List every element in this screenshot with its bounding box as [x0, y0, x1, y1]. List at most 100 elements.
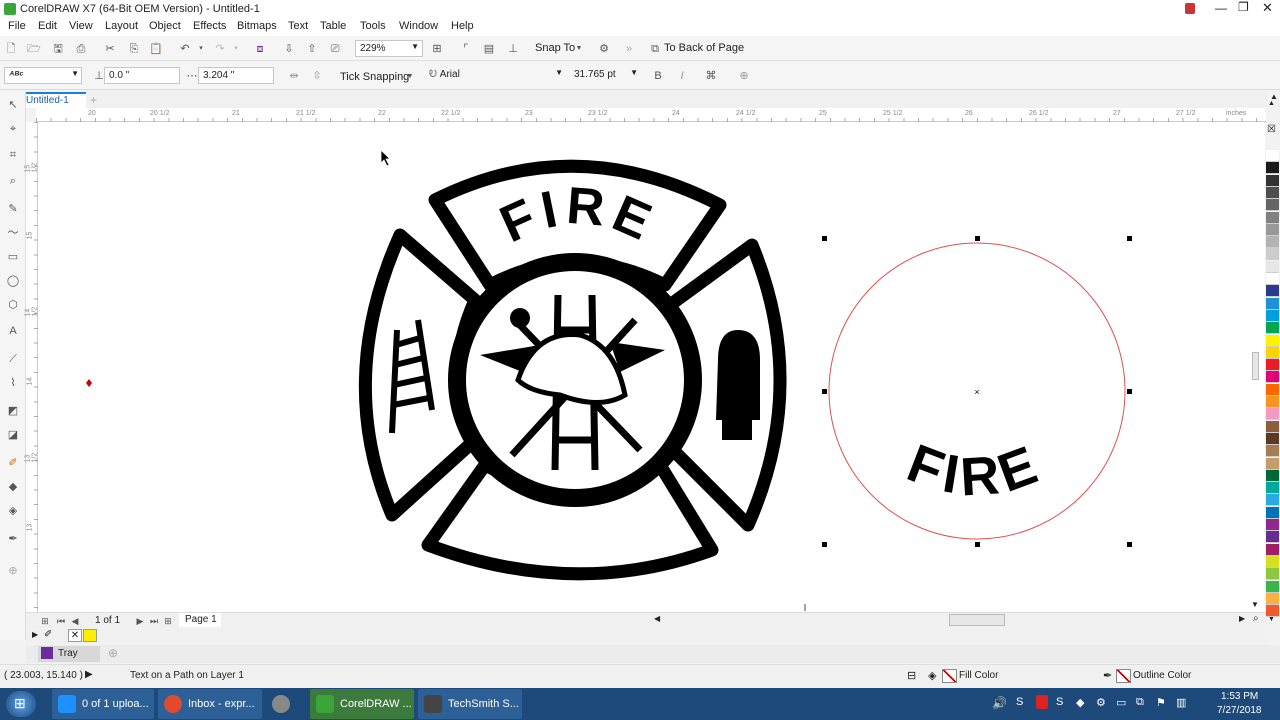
palette-swatch[interactable]	[1266, 150, 1279, 162]
add-tray-icon[interactable]: ⊕	[108, 646, 118, 660]
palette-swatch[interactable]	[1266, 555, 1279, 568]
new-document-icon[interactable]: 🗋	[4, 42, 18, 56]
cut-icon[interactable]: ✂	[103, 42, 117, 56]
copy-icon[interactable]: ⎘	[127, 42, 141, 56]
menu-text[interactable]: Text	[288, 20, 308, 32]
palette-swatch[interactable]	[1266, 371, 1279, 384]
palette-swatch[interactable]	[1266, 186, 1279, 199]
taskbar-item-app[interactable]	[266, 689, 306, 719]
maximize-button[interactable]: ❐	[1238, 0, 1249, 14]
offset-field[interactable]: 0.0 "	[104, 67, 180, 84]
close-button[interactable]: ✕	[1262, 0, 1273, 16]
palette-swatch[interactable]	[1266, 383, 1279, 396]
tray-icon-display[interactable]: ▭	[1116, 696, 1126, 709]
eyedropper-icon[interactable]: ✐	[44, 629, 52, 640]
horizontal-scrollbar-thumb[interactable]	[949, 614, 1005, 626]
menu-bitmaps[interactable]: Bitmaps	[237, 20, 277, 32]
adobe-tray-icon[interactable]	[1036, 695, 1048, 709]
menu-view[interactable]: View	[69, 20, 93, 32]
snap-to-dropdown[interactable]: Snap To	[535, 42, 575, 54]
status-settings-icon[interactable]: ⊟	[907, 669, 916, 682]
menu-window[interactable]: Window	[399, 20, 438, 32]
menu-file[interactable]: File	[8, 20, 26, 32]
print-icon[interactable]: ⎙	[74, 42, 88, 56]
fire-logo[interactable]: FIRE	[358, 159, 787, 581]
export-icon[interactable]: ⇧	[305, 42, 319, 56]
network-icon[interactable]: ▥	[1176, 696, 1186, 709]
menu-tools[interactable]: Tools	[360, 20, 386, 32]
artistic-media-tool-icon[interactable]: 〜	[6, 226, 20, 240]
palette-swatch[interactable]	[1266, 457, 1279, 470]
menu-edit[interactable]: Edit	[38, 20, 57, 32]
last-page-icon[interactable]: ⏭	[147, 614, 161, 628]
font-list[interactable]: Ꭷ Arial ▼	[425, 67, 565, 84]
first-page-icon[interactable]: ⏮	[54, 614, 68, 628]
clock-date[interactable]: 7/27/2018	[1217, 705, 1262, 716]
palette-swatch[interactable]	[1266, 248, 1279, 261]
freehand-tool-icon[interactable]: ✎	[6, 202, 20, 216]
palette-scroll-down-icon[interactable]: ▼	[1268, 616, 1275, 623]
connector-tool-icon[interactable]: ⌇	[6, 376, 20, 390]
scroll-right-icon[interactable]: ▶	[1239, 614, 1245, 623]
undo-icon[interactable]: ↶	[178, 42, 192, 56]
palette-swatch[interactable]	[1266, 592, 1279, 605]
palette-swatch[interactable]	[1266, 297, 1279, 310]
no-fill-swatch[interactable]: ✕	[68, 629, 82, 642]
taskbar-item-coreldraw[interactable]: CorelDRAW ...	[310, 689, 414, 719]
next-page-icon[interactable]: ▶	[133, 614, 147, 628]
tray-icon-dropbox[interactable]: ◆	[1076, 696, 1084, 709]
mirror-horizontal-icon[interactable]: ⇹	[287, 69, 301, 83]
shape-tool-icon[interactable]: ⌖	[6, 122, 20, 136]
selection-handle[interactable]	[822, 542, 827, 547]
add-tool-icon[interactable]: ⊕	[6, 564, 20, 578]
transparency-tool-icon[interactable]: ◪	[6, 428, 20, 442]
show-guidelines-icon[interactable]: ⊥	[506, 42, 520, 56]
italic-icon[interactable]: I	[675, 69, 689, 83]
fill-color-swatch[interactable]	[942, 669, 957, 683]
palette-swatch[interactable]	[1266, 531, 1279, 544]
palette-swatch[interactable]	[1266, 359, 1279, 372]
distance-from-path-field[interactable]: 3.204 "	[198, 67, 274, 84]
new-tab-icon[interactable]: +	[90, 93, 97, 107]
palette-swatch[interactable]	[1266, 408, 1279, 421]
pick-tool-icon[interactable]: ↖	[6, 98, 20, 112]
to-back-of-page-icon[interactable]: ⧉	[648, 42, 662, 56]
mirror-vertical-icon[interactable]: ⇳	[310, 69, 324, 83]
palette-swatch[interactable]	[1266, 322, 1279, 335]
show-grid-icon[interactable]: ▤	[482, 42, 496, 56]
menu-object[interactable]: Object	[149, 20, 181, 32]
search-content-icon[interactable]: ⧈	[253, 42, 267, 56]
taskbar-item-ie[interactable]: 0 of 1 uploa...	[52, 689, 154, 719]
menu-layout[interactable]: Layout	[105, 20, 138, 32]
palette-scroll-up-icon[interactable]: ▲	[1268, 100, 1275, 107]
palette-swatch[interactable]	[1266, 580, 1279, 593]
scroll-down-arrow-icon[interactable]: ▼	[1251, 600, 1259, 609]
tray-icon-s[interactable]: S	[1016, 696, 1023, 708]
palette-swatch[interactable]	[1266, 396, 1279, 408]
menu-table[interactable]: Table	[320, 20, 346, 32]
palette-swatch[interactable]	[1266, 494, 1279, 507]
taskbar-item-chrome[interactable]: Inbox - expr...	[158, 689, 262, 719]
palette-swatch[interactable]	[1266, 236, 1279, 249]
outline-pen-icon[interactable]: ✒	[6, 532, 20, 546]
paste-icon[interactable]: 📋	[149, 42, 163, 56]
interactive-fill-tool-icon[interactable]: ◆	[6, 480, 20, 494]
smart-fill-tool-icon[interactable]: ◈	[6, 504, 20, 518]
add-icon[interactable]: ⊕	[737, 69, 751, 83]
start-button[interactable]: ⊞	[6, 691, 36, 717]
open-icon[interactable]: 🗁	[27, 42, 41, 56]
palette-swatch[interactable]	[1266, 543, 1279, 556]
clock-time[interactable]: 1:53 PM	[1221, 691, 1258, 702]
scroll-left-icon[interactable]: ◀	[654, 614, 660, 623]
zoom-level-field[interactable]: 229% ▼	[355, 40, 423, 57]
palette-swatch[interactable]	[1266, 174, 1279, 187]
palette-swatch[interactable]	[1266, 506, 1279, 519]
text-tool-icon[interactable]: A	[6, 324, 20, 338]
tray-tab[interactable]: Tray	[38, 646, 100, 662]
color-eyedropper-tool-icon[interactable]: ✐	[6, 456, 20, 470]
rectangle-tool-icon[interactable]: ▭	[6, 250, 20, 264]
user-icon[interactable]	[1185, 3, 1195, 14]
more-toolbar-icon[interactable]: »	[622, 42, 636, 56]
zoom-tool-icon[interactable]: ⌕	[6, 174, 20, 188]
snap-to-chevron-icon[interactable]: ▼	[572, 42, 586, 56]
